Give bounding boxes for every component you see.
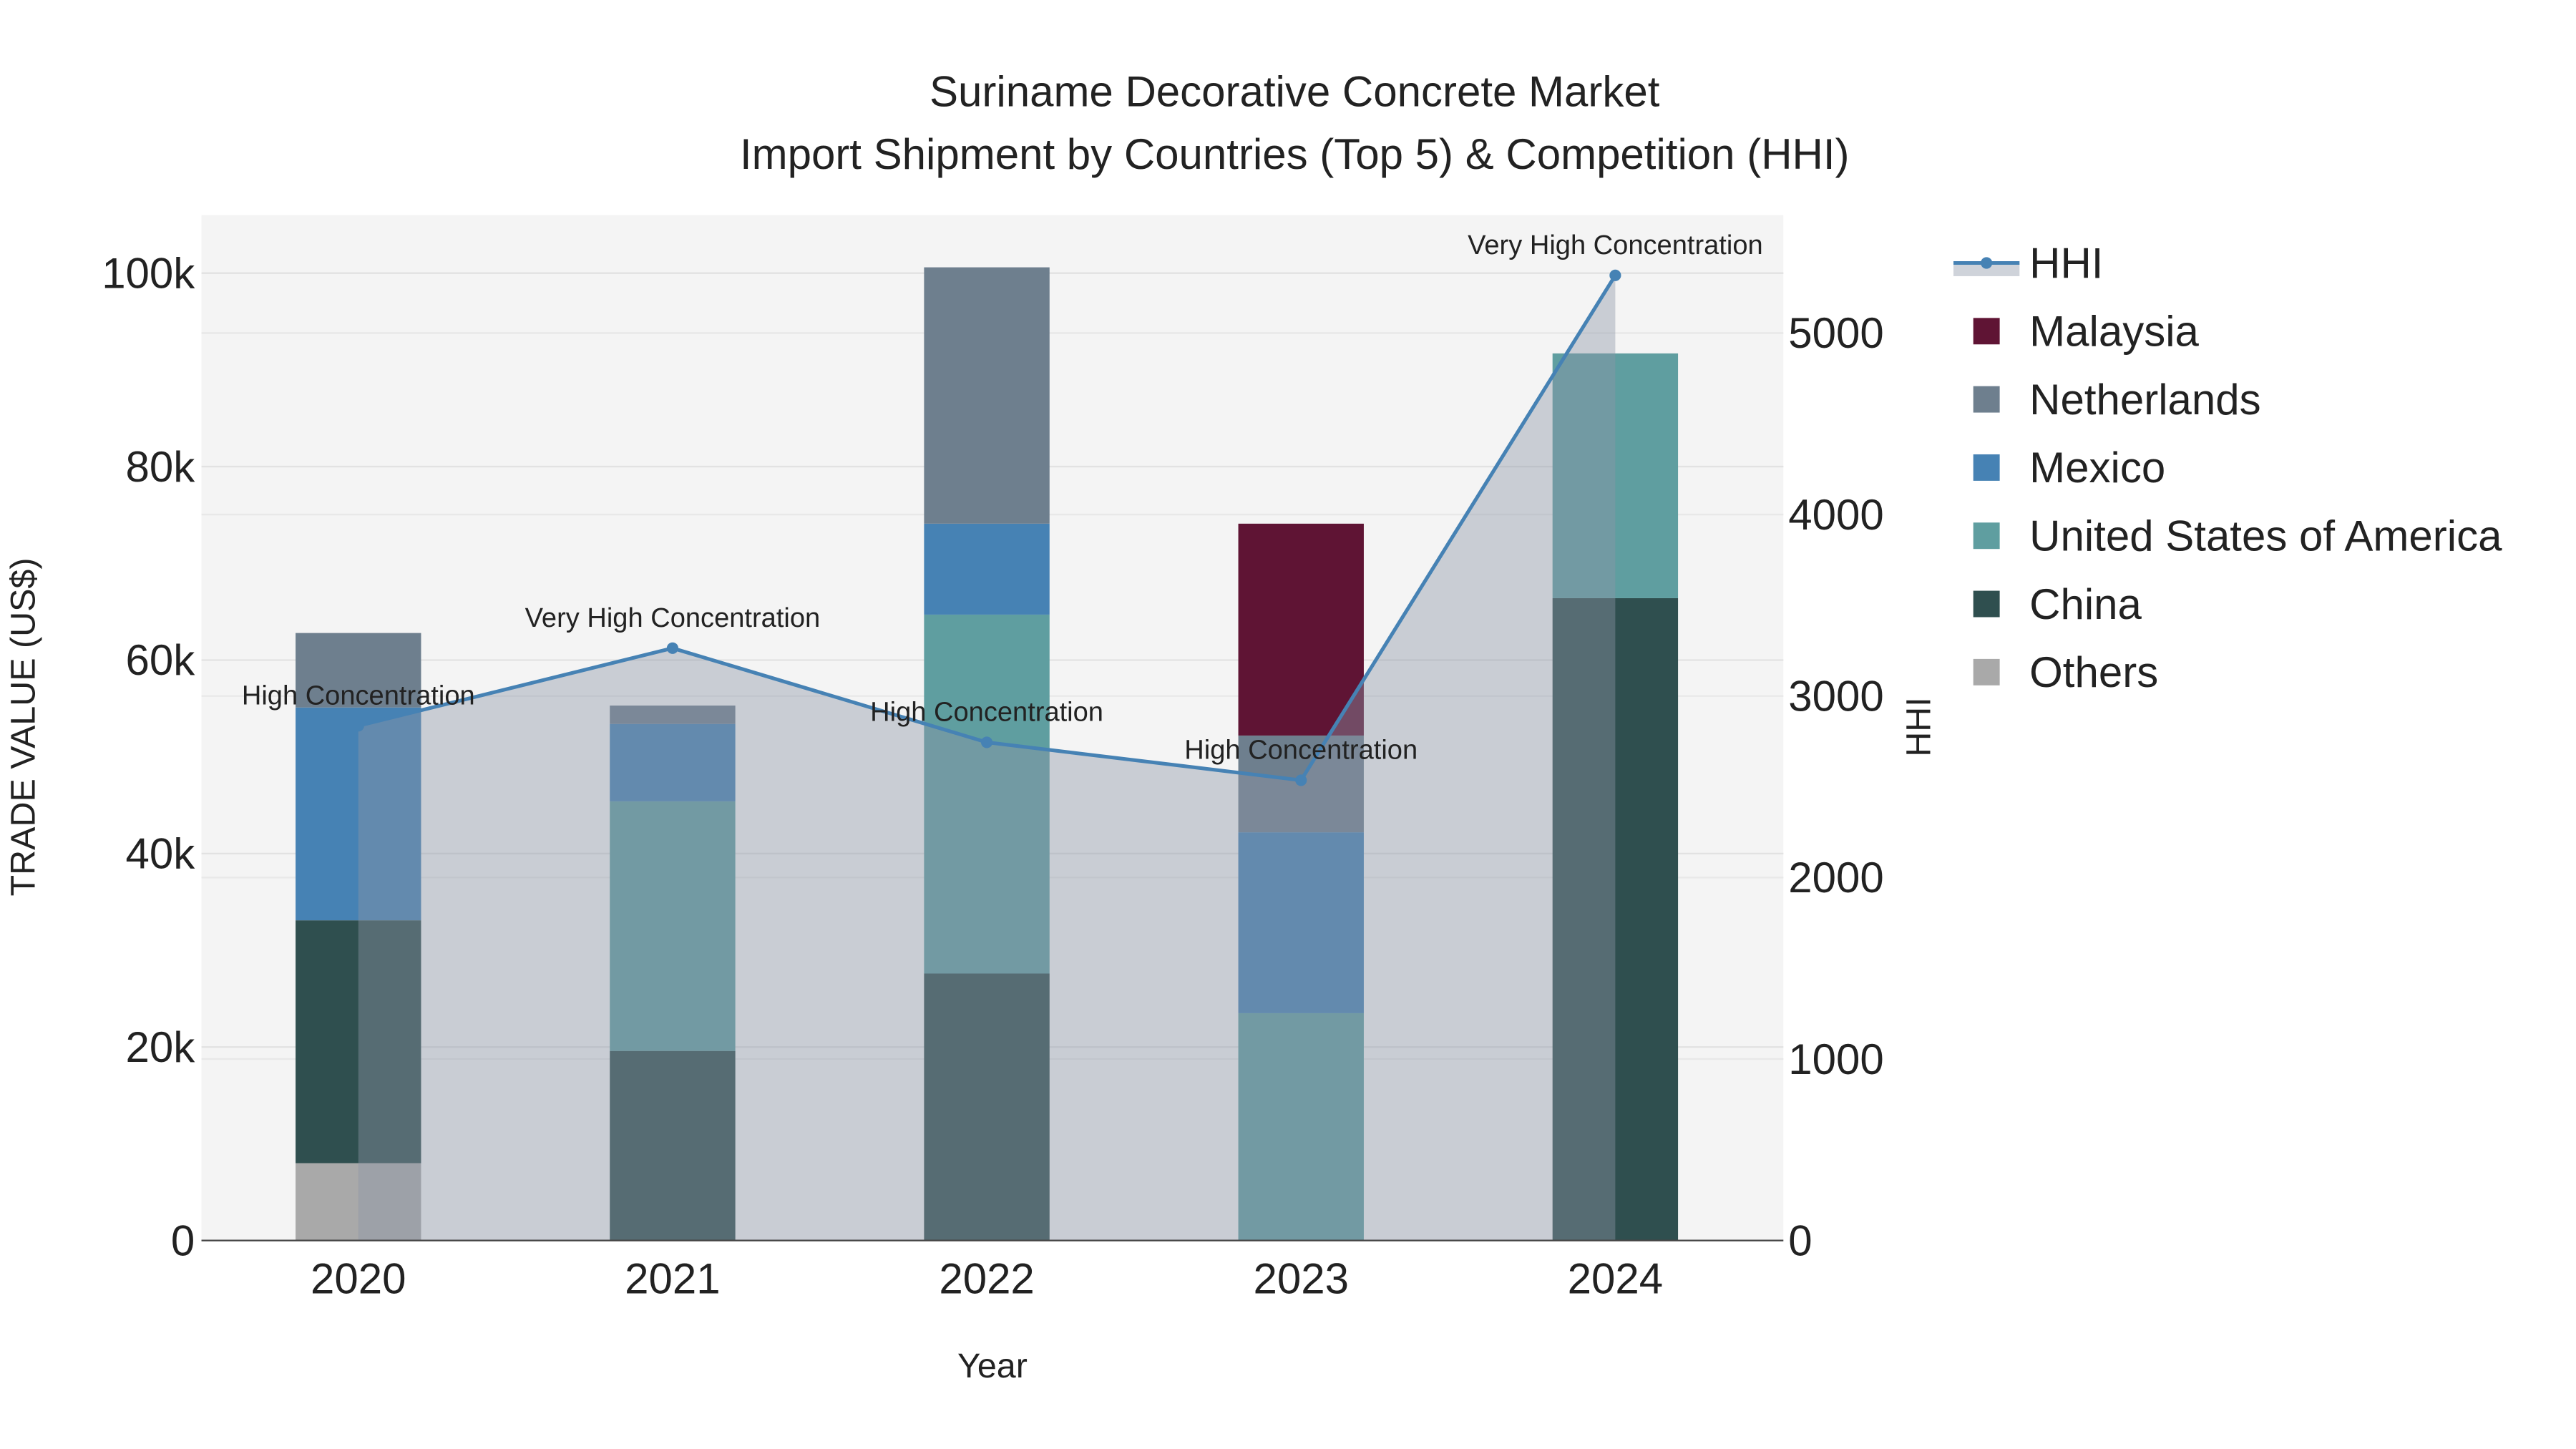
y2-tick-label: 2000 [1788,854,1883,902]
legend-swatch [1973,658,2000,686]
legend-item-hhi[interactable]: HHI [1953,239,2103,287]
hhi-point-2022 [981,736,993,748]
y-tick-label: 60k [126,636,196,684]
y-tick-label: 20k [126,1023,196,1071]
x-tick-label: 2023 [1253,1255,1348,1303]
hhi-annotation: Very High Concentration [1468,230,1763,260]
hhi-annotation: High Concentration [1184,735,1418,765]
y-tick-label: 100k [102,249,195,297]
legend-label: United States of America [2029,512,2502,560]
y-axis-title: TRADE VALUE (US$) [4,557,42,896]
hhi-point-2020 [352,720,364,732]
chart-title: Suriname Decorative Concrete Market [930,67,1660,115]
y2-tick-label: 5000 [1788,309,1883,357]
legend-swatch [1973,522,2000,550]
y2-tick-label: 3000 [1788,672,1883,720]
legend-label: Mexico [2029,444,2165,492]
x-tick-label: 2024 [1568,1255,1663,1303]
hhi-annotation: High Concentration [870,697,1103,727]
legend-label: Others [2029,648,2158,696]
x-tick-label: 2021 [625,1255,720,1303]
legend-item-mexico[interactable]: Mexico [1973,444,2166,492]
y-tick-label: 80k [126,443,196,491]
legend-swatch [1973,454,2000,481]
chart: Suriname Decorative Concrete Market Impo… [4,67,2502,1385]
legend-label: China [2029,580,2142,628]
legend-label: HHI [2029,239,2103,287]
bar-mexico-2022 [924,523,1050,615]
x-axis-title: Year [957,1347,1028,1385]
hhi-point-2023 [1295,774,1307,786]
y2-axis-title: HHI [1900,697,1938,756]
legend-item-china[interactable]: China [1973,580,2142,628]
legend-swatch [1973,386,2000,413]
legend-swatch [1973,318,2000,345]
legend-label: Netherlands [2029,376,2261,424]
hhi-annotation: High Concentration [242,680,475,711]
hhi-annotation: Very High Concentration [525,603,821,633]
hhi-point-2021 [666,642,678,654]
hhi-point-2024 [1609,269,1621,281]
chart-subtitle: Import Shipment by Countries (Top 5) & C… [740,130,1850,178]
legend-hhi-marker [1981,257,1993,269]
legend-item-united-states-of-america[interactable]: United States of America [1973,512,2502,560]
y2-tick-label: 4000 [1788,491,1883,539]
x-tick-label: 2022 [939,1255,1034,1303]
bar-netherlands-2022 [924,267,1050,524]
legend: HHI Malaysia Netherlands Mexico United State… [1953,239,2502,696]
bar-malaysia-2023 [1238,523,1364,736]
legend-item-others[interactable]: Others [1973,648,2159,696]
legend-item-netherlands[interactable]: Netherlands [1973,376,2261,424]
x-tick-label: 2020 [311,1255,406,1303]
legend-swatch [1973,590,2000,618]
y-tick-label: 0 [171,1216,195,1264]
legend-label: Malaysia [2029,308,2199,356]
legend-item-malaysia[interactable]: Malaysia [1973,308,2200,356]
y2-tick-label: 1000 [1788,1035,1883,1083]
y2-tick-label: 0 [1788,1216,1812,1264]
y-tick-label: 40k [126,830,196,878]
